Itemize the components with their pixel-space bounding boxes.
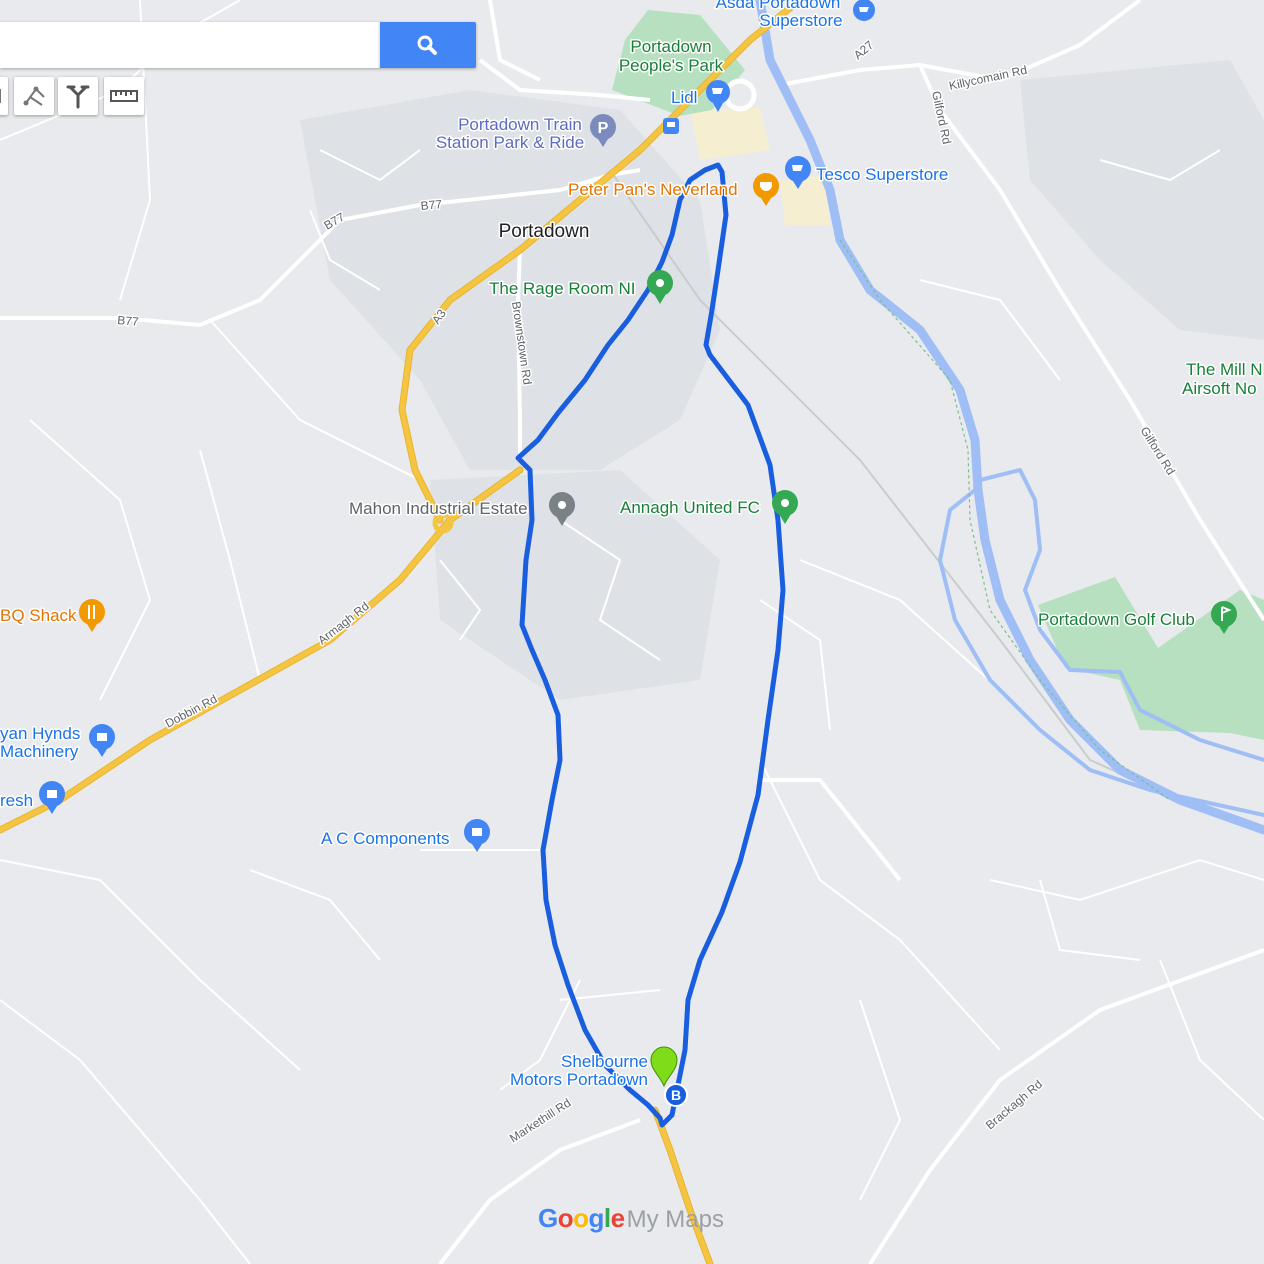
label-peter-pan[interactable]: Peter Pan's Neverland — [567, 179, 740, 201]
label-park-2[interactable]: People's Park — [617, 55, 725, 77]
label-hynds-1[interactable]: yan Hynds — [0, 723, 82, 745]
label-fresh[interactable]: resh — [0, 790, 35, 812]
add-directions-tool[interactable] — [58, 77, 98, 115]
label-train-1[interactable]: Portadown Train — [457, 114, 584, 136]
label-hynds-2[interactable]: Machinery — [0, 741, 80, 763]
label-asda-2[interactable]: Superstore — [758, 10, 844, 32]
label-ac-components[interactable]: A C Components — [320, 828, 452, 850]
label-shelbourne-2[interactable]: Motors Portadown — [509, 1069, 650, 1091]
search-box — [0, 22, 380, 68]
draw-line-icon — [23, 86, 45, 106]
label-portadown: Portadown — [499, 221, 590, 242]
end-marker-b[interactable]: B — [664, 1083, 688, 1107]
select-hand-tool[interactable] — [0, 77, 8, 115]
label-train-2[interactable]: Station Park & Ride — [434, 132, 585, 154]
draw-line-tool[interactable] — [14, 77, 54, 115]
svg-text:P: P — [598, 120, 609, 137]
road-label-b77-c: B77 — [117, 313, 140, 329]
label-golf[interactable]: Portadown Golf Club — [1037, 609, 1197, 631]
measure-tool[interactable] — [104, 77, 144, 115]
label-mill-2[interactable]: Airsoft No — [1181, 378, 1259, 400]
label-park-1[interactable]: Portadown — [629, 36, 713, 58]
measure-ruler-icon — [110, 90, 138, 102]
my-maps-logo-text: My Maps — [626, 1206, 724, 1233]
search-input[interactable] — [0, 22, 380, 66]
search-button[interactable] — [380, 22, 476, 68]
label-shelbourne-1[interactable]: Shelbourne — [560, 1051, 650, 1073]
road-label-b77-b: B77 — [420, 197, 443, 213]
label-annagh[interactable]: Annagh United FC — [619, 497, 762, 519]
search-icon — [417, 35, 437, 55]
select-hand-icon — [0, 89, 1, 103]
map-canvas[interactable]: P B Asda Portadown Superstore Portadown … — [0, 0, 1264, 1264]
label-rage-room[interactable]: The Rage Room NI — [488, 278, 637, 300]
label-tesco[interactable]: Tesco Superstore — [815, 164, 950, 186]
label-lidl[interactable]: Lidl — [670, 87, 699, 109]
google-logo-text: Google — [538, 1203, 625, 1233]
google-my-maps-logo: GoogleMy Maps — [538, 1203, 724, 1237]
label-mahon[interactable]: Mahon Industrial Estate — [348, 498, 530, 520]
svg-text:B: B — [671, 1087, 681, 1103]
add-directions-icon — [66, 85, 90, 109]
label-mill-1[interactable]: The Mill N — [1185, 359, 1264, 381]
train-station-icon — [663, 118, 679, 134]
label-bbq[interactable]: BQ Shack — [0, 605, 79, 627]
